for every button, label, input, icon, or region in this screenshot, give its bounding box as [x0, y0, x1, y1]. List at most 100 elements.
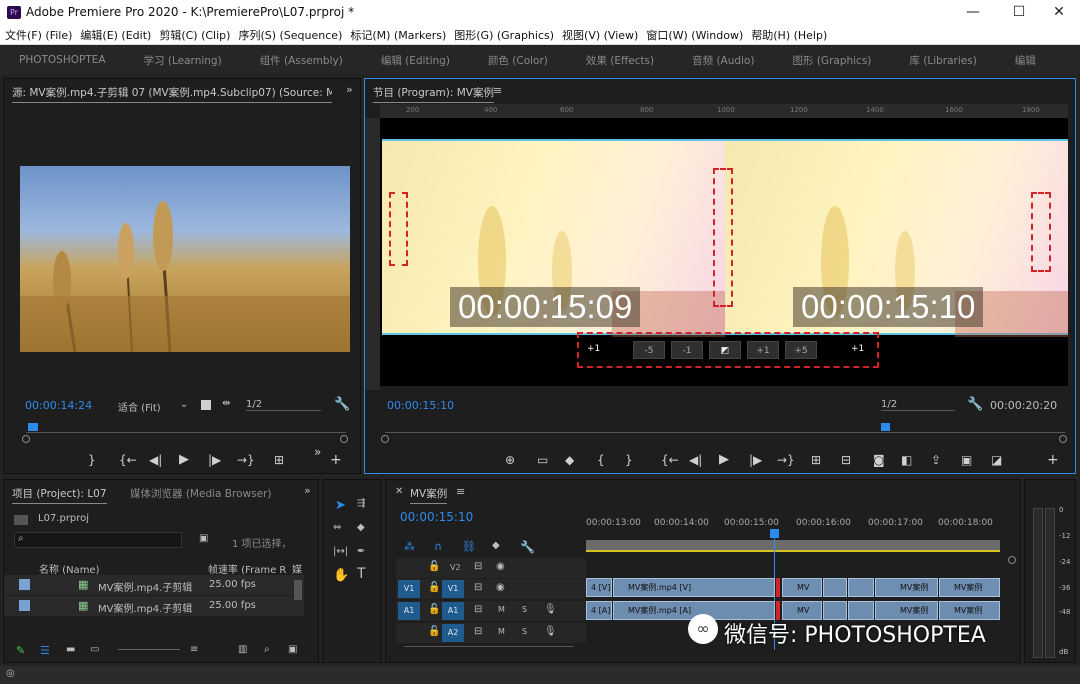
step-forward-icon[interactable]: |▶ — [749, 453, 762, 467]
video-clip[interactable]: MV案例 — [939, 578, 1000, 597]
minimize-icon[interactable]: — — [950, 0, 996, 25]
video-clip[interactable]: MV — [782, 578, 822, 597]
play-icon[interactable]: ▶ — [719, 452, 729, 467]
lock-icon[interactable]: 🔓 — [428, 582, 440, 593]
automate-sequence-icon[interactable]: ▥ — [238, 644, 247, 655]
source-resolution-dropdown[interactable]: 1/2 — [246, 399, 321, 411]
panel-menu-icon[interactable]: ≡ — [456, 485, 465, 498]
trim-plus1-button[interactable]: +1 — [747, 341, 779, 359]
compare-view-icon[interactable]: ◧ — [901, 453, 912, 467]
ws-graphics[interactable]: 图形 (Graphics) — [774, 53, 891, 68]
menu-clip[interactable]: 剪辑(C) (Clip) — [159, 27, 230, 43]
ws-libraries[interactable]: 库 (Libraries) — [890, 53, 995, 68]
source-patch-v1[interactable]: V1 — [398, 580, 420, 598]
program-tab[interactable]: 节目 (Program): MV案例 — [373, 85, 494, 103]
timeline-timecode[interactable]: 00:00:15:10 — [400, 510, 473, 524]
column-frame-rate[interactable]: 帧速率 (Frame R — [208, 561, 286, 576]
track-target-a1[interactable]: A1 — [442, 602, 464, 620]
source-playhead[interactable] — [28, 423, 38, 431]
zoom-handle-right[interactable] — [340, 435, 348, 443]
project-tab[interactable]: 项目 (Project): L07 — [12, 486, 107, 504]
trim-minus1-button[interactable]: -1 — [671, 341, 703, 359]
microphone-icon[interactable]: 🎙 — [544, 626, 557, 637]
menu-file[interactable]: 文件(F) (File) — [5, 27, 72, 43]
go-to-in-icon[interactable]: {← — [119, 453, 137, 467]
program-resolution-dropdown[interactable]: 1/2 — [881, 399, 955, 411]
sort-icon[interactable]: ≡ — [190, 644, 198, 655]
ws-effects[interactable]: 效果 (Effects) — [567, 53, 673, 68]
ws-audio[interactable]: 音频 (Audio) — [673, 53, 773, 68]
multicam-icon[interactable]: ◪ — [991, 453, 1002, 467]
ws-photoshoptea[interactable]: PHOTOSHOPTEA — [0, 54, 125, 66]
track-target-v1[interactable]: V1 — [442, 580, 464, 598]
mark-out-icon[interactable]: } — [625, 453, 633, 467]
zoom-handle-right[interactable] — [1059, 435, 1067, 443]
export-frame-icon[interactable] — [201, 400, 211, 410]
wrench-icon[interactable]: 🔧 — [520, 540, 535, 554]
apply-default-transition-icon[interactable]: ◩ — [709, 341, 741, 359]
microphone-icon[interactable]: 🎙 — [544, 604, 557, 615]
video-clip[interactable]: MV案例 — [875, 578, 938, 597]
expand-icon[interactable]: » — [304, 484, 311, 497]
ws-edit2[interactable]: 编辑 — [996, 53, 1055, 68]
more-buttons-icon[interactable]: » — [314, 445, 321, 459]
snap-icon[interactable]: ∩ — [434, 540, 442, 553]
menu-view[interactable]: 视图(V) (View) — [562, 27, 638, 43]
sequence-tab[interactable]: MV案例 — [410, 486, 448, 504]
zoom-handle-left[interactable] — [381, 435, 389, 443]
lock-icon[interactable]: 🔓 — [428, 561, 440, 572]
work-area-bar[interactable] — [586, 540, 1000, 552]
column-name[interactable]: 名称 (Name) — [39, 561, 99, 576]
menu-window[interactable]: 窗口(W) (Window) — [646, 27, 743, 43]
program-scrubber[interactable] — [385, 423, 1065, 433]
safe-margins-icon[interactable]: ⊕ — [505, 453, 515, 467]
audio-clip[interactable]: 4 [A] — [586, 601, 612, 620]
ripple-edit-tool-icon[interactable]: ⇔ — [333, 522, 341, 533]
add-button-icon[interactable]: + — [330, 452, 342, 468]
toggle-proxies-icon[interactable]: ▣ — [961, 453, 972, 467]
linked-selection-icon[interactable]: ⛓ — [462, 540, 476, 553]
find-icon[interactable]: ⌕ — [264, 644, 270, 655]
menu-edit[interactable]: 编辑(E) (Edit) — [80, 27, 151, 43]
eye-icon[interactable]: ◉ — [496, 582, 505, 593]
panel-menu-icon[interactable]: ≡ — [493, 84, 502, 97]
mute-button[interactable]: M — [498, 605, 505, 614]
step-forward-icon[interactable]: |▶ — [208, 453, 221, 467]
menu-markers[interactable]: 标记(M) (Markers) — [350, 27, 446, 43]
step-back-icon[interactable]: ◀| — [149, 453, 162, 467]
sync-lock-icon[interactable]: ⊟ — [474, 561, 482, 572]
status-icon[interactable]: ◎ — [6, 668, 15, 679]
media-browser-tab[interactable]: 媒体浏览器 (Media Browser) — [130, 486, 271, 501]
ws-learning[interactable]: 学习 (Learning) — [125, 53, 241, 68]
marker-icon[interactable]: ◆ — [565, 453, 574, 467]
source-timecode[interactable]: 00:00:14:24 — [25, 399, 92, 412]
extract-icon[interactable]: ⊟ — [841, 453, 851, 467]
lift-icon[interactable]: ⊞ — [811, 453, 821, 467]
video-clip[interactable] — [848, 578, 874, 597]
pencil-icon[interactable]: ✎ — [16, 644, 25, 657]
ws-color[interactable]: 颜色 (Color) — [469, 53, 567, 68]
lock-icon[interactable]: 🔓 — [428, 626, 440, 637]
zoom-slider[interactable] — [118, 649, 180, 650]
video-clip[interactable]: 4 [V] — [586, 578, 612, 597]
timeline-playhead[interactable] — [770, 529, 779, 538]
freeform-view-icon[interactable]: ▭ — [90, 644, 99, 655]
sync-lock-icon[interactable]: ⊟ — [474, 582, 482, 593]
video-clip[interactable]: MV案例.mp4 [V] — [613, 578, 775, 597]
type-tool-icon[interactable]: T — [357, 566, 366, 582]
vertical-scroll-handle[interactable] — [1008, 556, 1016, 564]
slip-tool-icon[interactable]: |↔| — [333, 546, 348, 557]
settings-arrows-icon[interactable]: ⇹ — [222, 398, 230, 409]
timeline-ruler[interactable]: 00:00:13:00 00:00:14:00 00:00:15:00 00:0… — [586, 510, 1002, 536]
solo-button[interactable]: S — [522, 605, 527, 614]
mark-out-icon[interactable]: } — [88, 453, 96, 467]
trim-plus5-button[interactable]: +5 — [785, 341, 817, 359]
ws-assembly[interactable]: 组件 (Assembly) — [241, 53, 362, 68]
project-search-input[interactable] — [14, 532, 182, 548]
zoom-handle-left[interactable] — [22, 435, 30, 443]
video-clip[interactable] — [823, 578, 847, 597]
column-media[interactable]: 媒 — [292, 561, 302, 576]
mute-button[interactable]: M — [498, 627, 505, 636]
project-scrollbar[interactable] — [294, 580, 302, 600]
wrench-icon[interactable]: 🔧 — [967, 397, 983, 412]
